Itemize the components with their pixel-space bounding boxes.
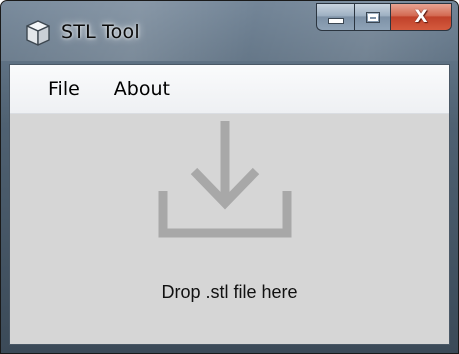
- minimize-icon: [327, 18, 344, 24]
- minimize-button[interactable]: [316, 3, 354, 31]
- app-window: STL Tool X File About Drop .stl file her…: [0, 0, 459, 354]
- cube-icon: [25, 19, 51, 47]
- maximize-icon: [365, 11, 380, 23]
- close-button[interactable]: X: [390, 3, 452, 31]
- drop-zone[interactable]: Drop .stl file here: [10, 114, 449, 345]
- maximize-button[interactable]: [354, 3, 390, 31]
- window-title: STL Tool: [61, 21, 140, 43]
- menu-file[interactable]: File: [10, 78, 97, 100]
- caption-buttons: X: [316, 3, 452, 33]
- close-icon: X: [414, 6, 428, 27]
- title-bar[interactable]: STL Tool X: [1, 1, 458, 63]
- menu-about[interactable]: About: [97, 78, 187, 100]
- drop-instruction: Drop .stl file here: [161, 282, 298, 302]
- client-area: File About Drop .stl file here: [9, 64, 450, 345]
- menu-bar: File About: [10, 65, 449, 114]
- download-tray-icon: [150, 119, 300, 241]
